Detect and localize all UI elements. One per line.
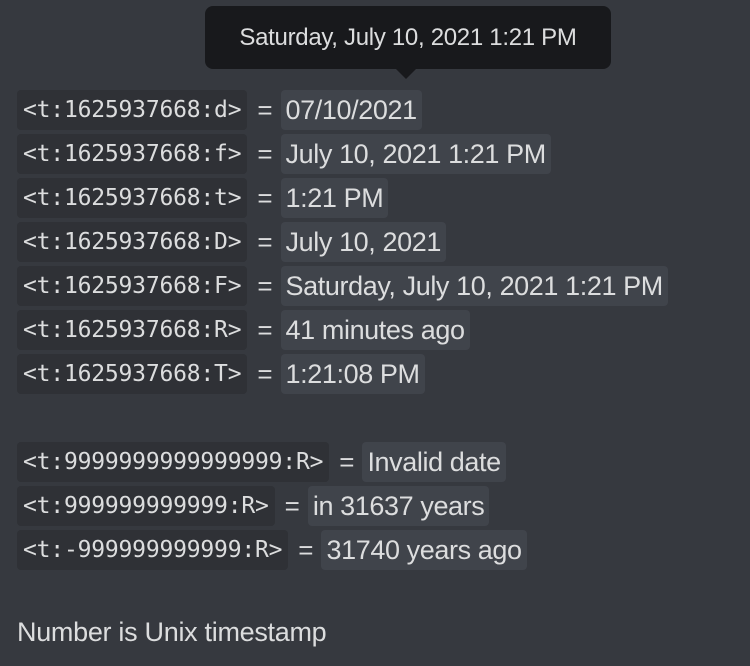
footer-note: Number is Unix timestamp [17,617,327,647]
example-row: <t:1625937668:t> = 1:21 PM [17,176,668,220]
timestamp-tooltip: Saturday, July 10, 2021 1:21 PM [205,6,611,69]
timestamp-result[interactable]: Invalid date [362,442,506,482]
inline-code: <t:1625937668:T> [17,354,248,394]
example-row: <t:1625937668:T> = 1:21:08 PM [17,352,668,396]
example-row: <t:-999999999999:R> = 31740 years ago [17,528,668,572]
inline-code: <t:999999999999:R> [17,486,275,526]
equals-sign: = [257,226,273,257]
timestamp-result[interactable]: Saturday, July 10, 2021 1:21 PM [280,266,668,306]
equals-sign: = [298,534,314,565]
example-row: <t:1625937668:R> = 41 minutes ago [17,308,668,352]
timestamp-examples: <t:1625937668:d> = 07/10/2021 <t:1625937… [17,88,668,572]
inline-code: <t:1625937668:d> [17,90,248,130]
equals-sign: = [257,182,273,213]
timestamp-result[interactable]: in 31637 years [307,486,490,526]
timestamp-result[interactable]: July 10, 2021 1:21 PM [280,134,551,174]
timestamp-result[interactable]: 07/10/2021 [280,90,422,130]
tooltip-arrow [396,69,416,79]
equals-sign: = [257,314,273,345]
equals-sign: = [257,270,273,301]
inline-code: <t:1625937668:D> [17,222,248,262]
example-row: <t:1625937668:d> = 07/10/2021 [17,88,668,132]
inline-code: <t:9999999999999999:R> [17,442,330,482]
inline-code: <t:1625937668:R> [17,310,248,350]
equals-sign: = [257,358,273,389]
example-row: <t:1625937668:D> = July 10, 2021 [17,220,668,264]
equals-sign: = [257,138,273,169]
example-row: <t:1625937668:F> = Saturday, July 10, 20… [17,264,668,308]
example-row: <t:999999999999:R> = in 31637 years [17,484,668,528]
inline-code: <t:1625937668:f> [17,134,248,174]
timestamp-result[interactable]: 41 minutes ago [280,310,470,350]
inline-code: <t:1625937668:t> [17,178,248,218]
timestamp-result[interactable]: 1:21:08 PM [280,354,425,394]
timestamp-result[interactable]: July 10, 2021 [280,222,446,262]
equals-sign: = [257,94,273,125]
example-row: <t:9999999999999999:R> = Invalid date [17,440,668,484]
equals-sign: = [339,446,355,477]
timestamp-result[interactable]: 1:21 PM [280,178,389,218]
equals-sign: = [284,490,300,521]
tooltip-text: Saturday, July 10, 2021 1:21 PM [239,23,577,51]
timestamp-result[interactable]: 31740 years ago [321,530,527,570]
inline-code: <t:1625937668:F> [17,266,248,306]
example-row: <t:1625937668:f> = July 10, 2021 1:21 PM [17,132,668,176]
inline-code: <t:-999999999999:R> [17,530,289,570]
